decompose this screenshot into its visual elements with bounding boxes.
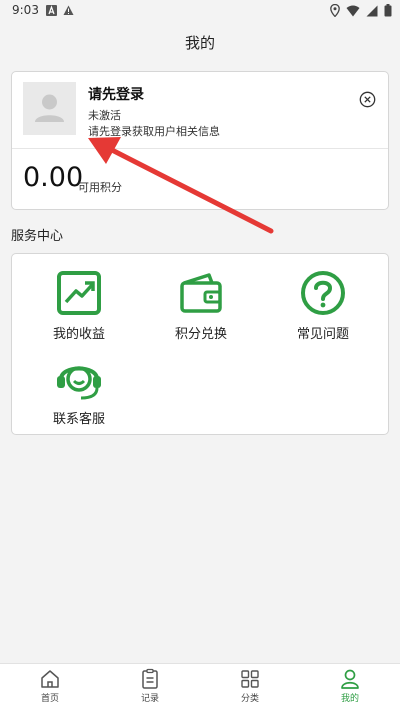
nav-label: 首页 xyxy=(40,694,59,704)
user-icon xyxy=(341,669,359,689)
question-icon xyxy=(301,271,345,315)
warning-icon xyxy=(63,5,74,15)
category-icon xyxy=(241,670,259,688)
activation-status: 未激活 xyxy=(88,109,121,122)
nav-item-record[interactable]: 记录 xyxy=(110,668,190,704)
login-hint: 请先登录获取用户相关信息 xyxy=(88,125,220,138)
home-icon xyxy=(41,670,59,688)
service-contact-support[interactable]: 联系客服 xyxy=(24,353,134,427)
wifi-icon xyxy=(346,5,360,16)
location-icon xyxy=(330,4,340,17)
points-label: 可用积分 xyxy=(78,181,122,194)
service-my-earnings[interactable]: 我的收益 xyxy=(24,268,134,342)
services-section-title: 服务中心 xyxy=(11,229,64,244)
status-bar: 9:03 xyxy=(0,0,400,22)
wallet-icon xyxy=(180,273,222,313)
login-prompt[interactable]: 请先登录 xyxy=(88,84,144,104)
nav-label: 我的 xyxy=(340,694,359,704)
signal-icon xyxy=(366,5,378,16)
service-label: 积分兑换 xyxy=(174,327,227,342)
service-label: 常见问题 xyxy=(296,327,349,342)
customer-service-icon xyxy=(57,366,101,400)
notification-a-icon xyxy=(46,5,57,16)
service-points-exchange[interactable]: 积分兑换 xyxy=(146,268,256,342)
close-icon[interactable] xyxy=(359,91,376,108)
profile-card[interactable]: 请先登录 未激活 请先登录获取用户相关信息 0.00 可用积分 xyxy=(11,71,389,210)
card-divider xyxy=(12,148,388,149)
battery-icon xyxy=(384,4,392,17)
nav-item-home[interactable]: 首页 xyxy=(10,668,90,704)
earnings-chart-icon xyxy=(57,271,101,315)
nav-item-mine[interactable]: 我的 xyxy=(310,668,390,704)
nav-label: 记录 xyxy=(140,694,159,704)
service-faq[interactable]: 常见问题 xyxy=(268,268,378,342)
status-time: 9:03 xyxy=(12,3,39,17)
record-icon xyxy=(142,668,158,689)
bottom-nav: 首页 记录 分类 我的 xyxy=(0,663,400,710)
avatar[interactable] xyxy=(23,82,76,135)
default-avatar-icon xyxy=(35,94,64,122)
points-value: 0.00 xyxy=(23,162,84,193)
services-card: 我的收益 积分兑换 常见问题 联系客服 xyxy=(11,253,389,435)
nav-item-category[interactable]: 分类 xyxy=(210,668,290,704)
nav-label: 分类 xyxy=(240,694,259,704)
service-label: 联系客服 xyxy=(52,412,105,427)
page-title: 我的 xyxy=(184,34,215,52)
service-label: 我的收益 xyxy=(52,327,105,342)
